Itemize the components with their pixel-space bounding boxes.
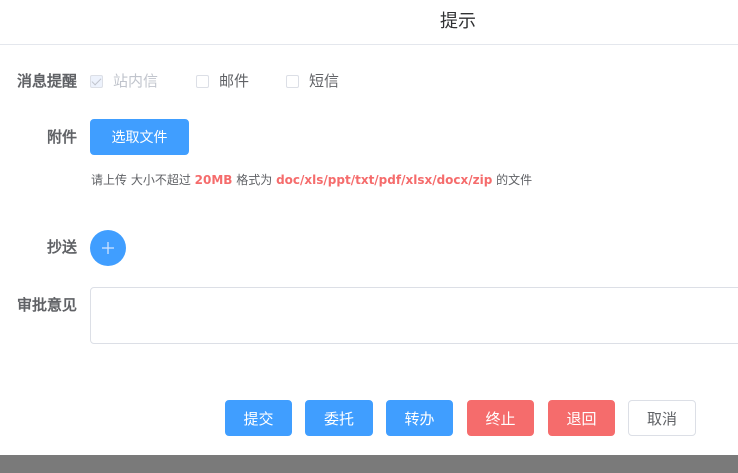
checkbox-box xyxy=(286,74,299,88)
dialog-header: 提示 xyxy=(0,0,738,45)
return-button[interactable]: 退回 xyxy=(548,400,615,436)
checkbox-box-checked xyxy=(90,74,103,88)
transfer-button[interactable]: 转办 xyxy=(386,400,453,436)
cc-label: 抄送 xyxy=(46,238,77,256)
attachment-label: 附件 xyxy=(46,128,77,146)
checkbox-email[interactable]: 邮件 xyxy=(196,72,249,90)
checkbox-sms[interactable]: 短信 xyxy=(286,72,339,90)
checkbox-label: 邮件 xyxy=(219,72,250,90)
checkbox-box xyxy=(196,74,209,88)
dialog-title: 提示 xyxy=(440,11,476,32)
upload-tip-middle: 格式为 xyxy=(232,173,277,187)
delegate-button[interactable]: 委托 xyxy=(305,400,373,436)
upload-tip-suffix: 的文件 xyxy=(492,173,533,187)
add-cc-button[interactable] xyxy=(90,230,126,266)
upload-tip-prefix: 请上传 大小不超过 xyxy=(91,173,195,187)
upload-tip-formats: doc/xls/ppt/txt/pdf/xlsx/docx/zip xyxy=(276,173,493,187)
overlay-bottom-strip xyxy=(0,455,738,473)
upload-tip: 请上传 大小不超过 20MB 格式为 doc/xls/ppt/txt/pdf/x… xyxy=(91,172,532,188)
opinion-label: 审批意见 xyxy=(16,296,77,314)
select-file-button[interactable]: 选取文件 xyxy=(90,119,189,155)
checkbox-site-message[interactable]: 站内信 xyxy=(90,72,158,90)
checkbox-label: 短信 xyxy=(309,72,340,90)
cancel-button[interactable]: 取消 xyxy=(628,400,696,436)
dialog: 提示 消息提醒 站内信 邮件 短信 附件 选取文件 请上传 大小不超过 20MB… xyxy=(0,0,738,455)
terminate-button[interactable]: 终止 xyxy=(467,400,534,436)
submit-button[interactable]: 提交 xyxy=(225,400,292,436)
opinion-textarea[interactable] xyxy=(90,287,738,344)
plus-icon xyxy=(102,242,114,254)
checkbox-label: 站内信 xyxy=(113,72,159,90)
upload-tip-size: 20MB xyxy=(194,173,233,187)
notify-label: 消息提醒 xyxy=(16,72,77,90)
